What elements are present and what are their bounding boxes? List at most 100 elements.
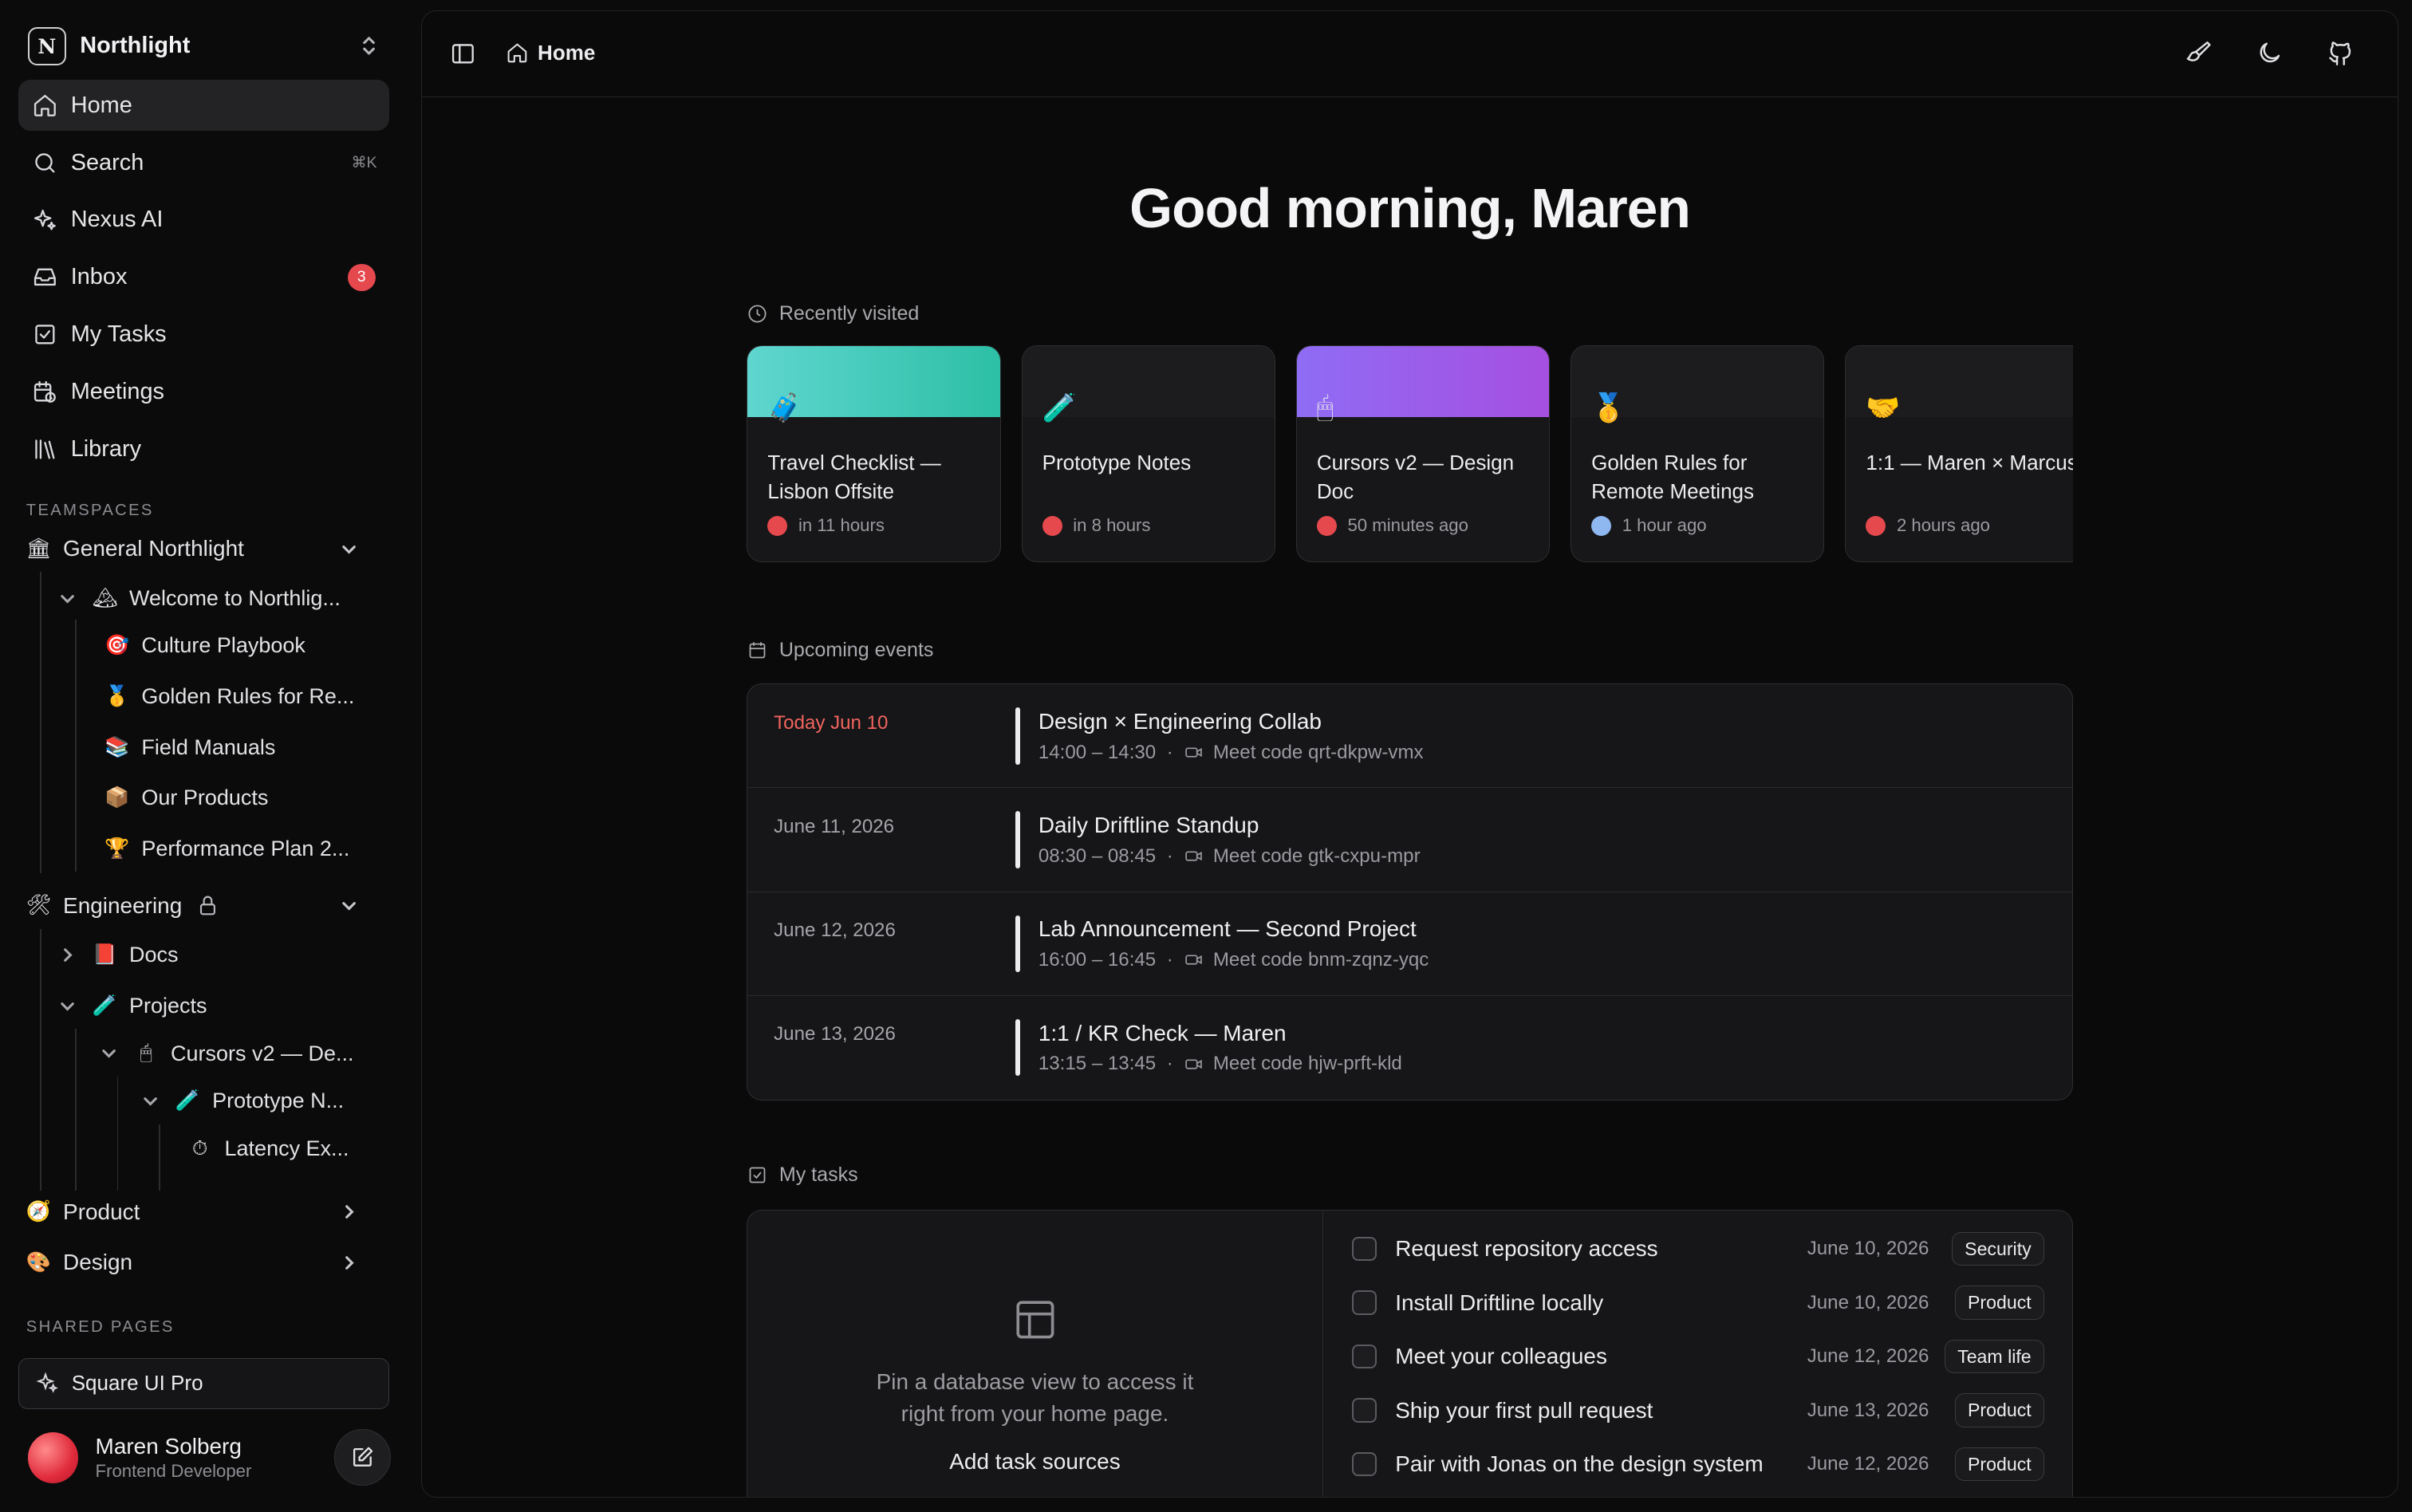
recent-card[interactable]: 🖱 Cursors v2 — Design Doc 50 minutes ago — [1295, 345, 1551, 562]
handshake-icon: 🤝 — [1866, 392, 1901, 423]
shortcut-hint: ⌘K — [351, 155, 377, 172]
teamspace-engineering[interactable]: 🛠 Engineering — [26, 884, 389, 927]
task-row[interactable]: Meet your colleagues June 12, 2026 Team … — [1352, 1338, 2045, 1375]
teamspace-label: Product — [63, 1199, 140, 1224]
task-row[interactable]: Ship your first pull request June 13, 20… — [1352, 1392, 2045, 1428]
mouse-icon: 🖱 — [1316, 392, 1334, 423]
teamspace-product[interactable]: 🧭 Product — [26, 1191, 389, 1234]
sparkle-icon — [36, 1372, 59, 1393]
tree-guide — [40, 928, 42, 1191]
meet-code: Meet code qrt-dkpw-vmx — [1212, 741, 1424, 763]
my-tasks-heading: My tasks — [747, 1163, 858, 1187]
user-profile[interactable]: Maren Solberg Frontend Developer — [27, 1428, 397, 1487]
avatar — [1866, 515, 1886, 536]
sparkle-icon — [34, 209, 57, 230]
task-tag: Product — [1954, 1447, 2045, 1482]
task-row[interactable]: Pair with Jonas on the design system Jun… — [1352, 1446, 2045, 1482]
chevron-down-icon[interactable] — [340, 896, 358, 915]
chevron-down-icon[interactable] — [340, 540, 358, 558]
chevron-right-icon[interactable] — [58, 946, 77, 964]
tree-item-prototype-notes[interactable]: 🧪 Prototype N... — [141, 1080, 344, 1123]
luggage-icon: 🧳 — [767, 392, 802, 423]
github-icon[interactable] — [2327, 39, 2355, 67]
task-checkbox[interactable] — [1352, 1290, 1377, 1315]
nav-home[interactable]: Home — [18, 80, 389, 131]
event-row[interactable]: June 13, 2026 1:1 / KR Check — Maren 13:… — [747, 996, 2071, 1100]
nav-search[interactable]: Search ⌘K — [18, 137, 389, 188]
task-date: June 12, 2026 — [1807, 1453, 1929, 1475]
tree-item-welcome[interactable]: 🏔 Welcome to Northlig... — [58, 577, 341, 620]
workspace-switcher[interactable]: N Northlight — [27, 26, 391, 66]
tree-item-our-products[interactable]: 📦 Our Products — [104, 777, 268, 820]
video-icon — [1185, 955, 1202, 966]
chevron-down-icon[interactable] — [141, 1092, 160, 1110]
event-row[interactable]: June 11, 2026 Daily Driftline Standup 08… — [747, 788, 2072, 892]
event-time: 13:15 – 13:45 — [1038, 1053, 1157, 1075]
add-task-sources-button[interactable]: Add task sources — [747, 1449, 1322, 1475]
nav-library[interactable]: Library — [18, 424, 389, 475]
task-date: June 12, 2026 — [1807, 1345, 1929, 1368]
nav-nexus-ai[interactable]: Nexus AI — [18, 195, 389, 246]
top-bar: Home — [422, 11, 2398, 98]
card-title: 1:1 — Maren × Marcus — [1866, 451, 2073, 475]
toggle-sidebar-button[interactable] — [450, 41, 476, 73]
new-page-button[interactable] — [333, 1428, 391, 1486]
tree-item-docs[interactable]: 📕 Docs — [58, 934, 178, 977]
teamspace-design[interactable]: 🎨 Design — [26, 1241, 389, 1284]
nav-my-tasks[interactable]: My Tasks — [18, 309, 389, 360]
medal-icon: 🥇 — [104, 685, 130, 708]
task-row[interactable]: Request repository access June 10, 2026 … — [1352, 1230, 2045, 1267]
nav-label: My Tasks — [70, 321, 167, 348]
event-date: June 12, 2026 — [774, 919, 896, 942]
paintbrush-icon[interactable] — [2185, 39, 2213, 67]
calendar-icon — [749, 642, 766, 659]
chevron-down-icon[interactable] — [58, 997, 77, 1015]
event-time: 16:00 – 16:45 — [1038, 948, 1157, 971]
recent-card[interactable]: 🥇 Golden Rules for Remote Meetings 1 hou… — [1571, 345, 1825, 562]
chevron-right-icon[interactable] — [340, 1254, 358, 1272]
chevron-right-icon[interactable] — [340, 1203, 358, 1221]
calendar-clock-icon — [34, 381, 57, 404]
trophy-icon: 🏆 — [104, 837, 130, 860]
event-row[interactable]: Today Jun 10 Design × Engineering Collab… — [747, 684, 2072, 789]
section-label: Upcoming events — [778, 639, 934, 662]
task-checkbox[interactable] — [1352, 1451, 1377, 1477]
shared-page-square-ui-pro[interactable]: Square UI Pro — [18, 1357, 389, 1409]
avatar — [1591, 515, 1612, 536]
tree-guide — [40, 572, 42, 874]
tree-item-latency[interactable]: ⏱ Latency Ex... — [187, 1128, 349, 1171]
task-tag: Product — [1954, 1286, 2045, 1320]
recent-card[interactable]: 🧳 Travel Checklist — Lisbon Offsite in 1… — [747, 345, 1001, 562]
recent-card[interactable]: 🧪 Prototype Notes in 8 hours — [1021, 345, 1275, 562]
task-checkbox[interactable] — [1352, 1344, 1377, 1369]
tree-item-golden-rules[interactable]: 🥇 Golden Rules for Re... — [104, 675, 354, 719]
tree-item-culture-playbook[interactable]: 🎯 Culture Playbook — [104, 624, 305, 667]
task-checkbox[interactable] — [1352, 1398, 1377, 1423]
shared-page-label: Square UI Pro — [71, 1371, 203, 1396]
recent-card[interactable]: 🤝 1:1 — Maren × Marcus 2 hours ago — [1845, 345, 2073, 562]
nav-meetings[interactable]: Meetings — [18, 367, 389, 418]
tree-item-field-manuals[interactable]: 📚 Field Manuals — [104, 726, 275, 769]
event-title: Design × Engineering Collab — [1038, 709, 1322, 734]
books-icon: 📚 — [104, 735, 130, 758]
nav-inbox[interactable]: Inbox 3 — [18, 252, 389, 303]
event-row[interactable]: June 12, 2026 Lab Announcement — Second … — [747, 892, 2072, 996]
task-row[interactable]: Install Driftline locally June 10, 2026 … — [1352, 1284, 2045, 1321]
task-checkbox[interactable] — [1352, 1236, 1377, 1262]
teamspace-general-northlight[interactable]: 🏛 General Northlight — [26, 527, 389, 570]
event-title: Daily Driftline Standup — [1038, 813, 1259, 838]
moon-icon[interactable] — [2256, 39, 2284, 67]
card-title: Golden Rules for Remote Meetings — [1591, 451, 1755, 503]
events-list: Today Jun 10 Design × Engineering Collab… — [747, 683, 2073, 1101]
tree-item-projects[interactable]: 🧪 Projects — [58, 984, 207, 1027]
section-label: My tasks — [778, 1163, 858, 1186]
chevron-down-icon[interactable] — [100, 1044, 118, 1062]
chevron-down-icon[interactable] — [58, 589, 77, 608]
teamspace-label: General Northlight — [63, 536, 244, 561]
breadcrumb[interactable]: Home — [506, 41, 595, 65]
avatar — [27, 1432, 79, 1484]
tree-item-cursors-v2[interactable]: 🖱 Cursors v2 — De... — [100, 1032, 353, 1075]
teamspace-label: Engineering — [63, 892, 183, 918]
tree-item-performance-plan[interactable]: 🏆 Performance Plan 2... — [104, 828, 349, 871]
event-title: Lab Announcement — Second Project — [1038, 916, 1417, 942]
